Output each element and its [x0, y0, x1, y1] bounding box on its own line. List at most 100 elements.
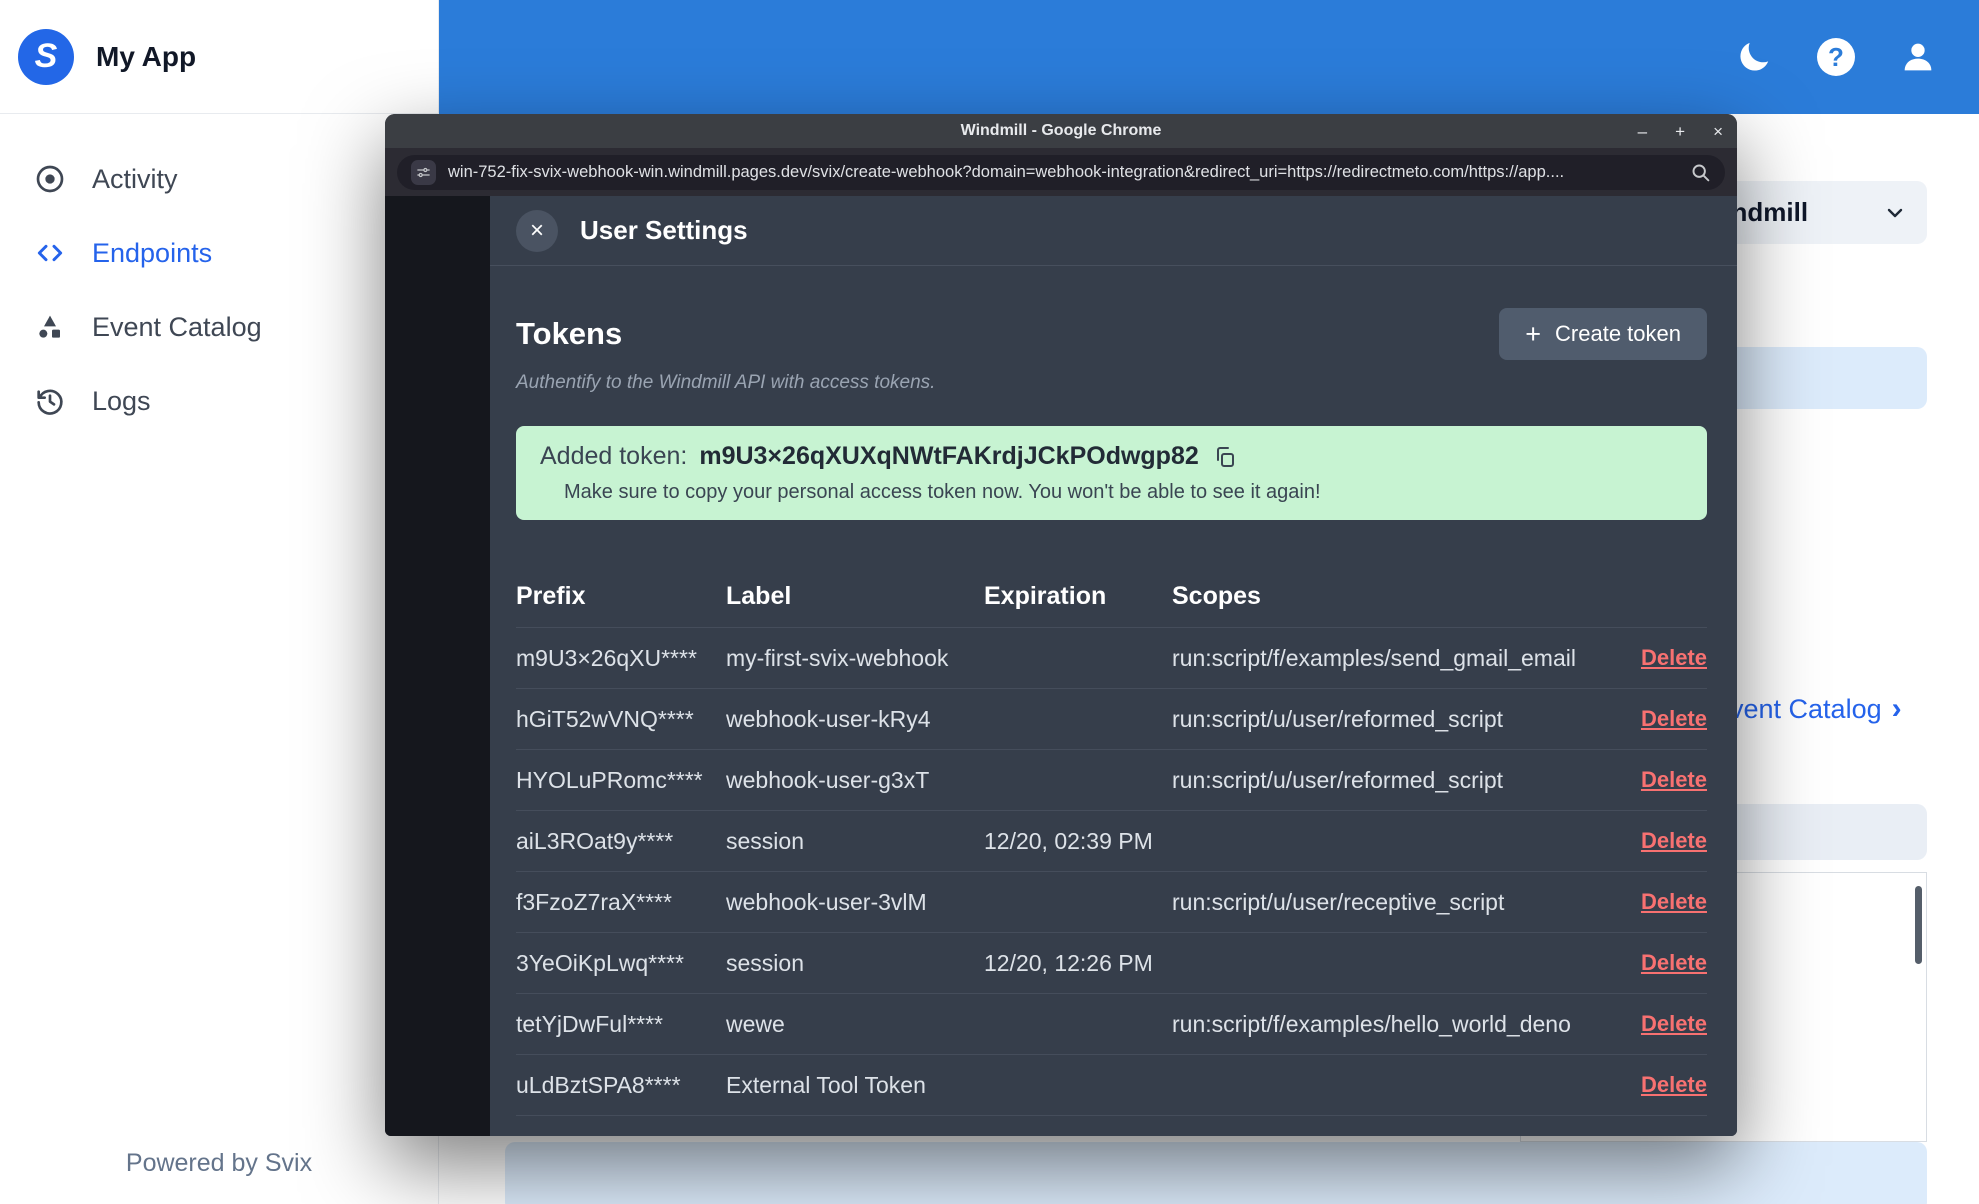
chrome-window: Windmill - Google Chrome – + × win-752-f… [385, 114, 1737, 1136]
table-row: i9AiXYIxIR.**** whtl Delete [516, 1115, 1707, 1136]
token-prefix: uLdBztSPA8**** [516, 1071, 681, 1098]
delete-token-link[interactable]: Delete [1615, 889, 1707, 915]
col-prefix: Prefix [516, 582, 586, 610]
person-icon [1904, 43, 1932, 71]
close-window-button[interactable]: × [1713, 123, 1723, 140]
col-scopes: Scopes [1172, 582, 1261, 610]
token-prefix: f3FzoZ7raX**** [516, 888, 672, 915]
token-label: my-first-svix-webhook [726, 644, 949, 671]
maximize-button[interactable]: + [1675, 123, 1685, 140]
sidebar: S My App Activity Endpoints Event Catalo… [0, 0, 439, 1204]
modal-body: Tokens + Create token Authentify to the … [490, 266, 1737, 1136]
copy-icon [1216, 446, 1234, 467]
site-settings-icon[interactable] [411, 159, 436, 185]
token-prefix: i9AiXYIxIR.**** [516, 1133, 726, 1137]
token-label: webhook-user-3vlM [726, 888, 927, 915]
svix-logo-icon: S [18, 28, 74, 85]
question-icon: ? [1817, 38, 1855, 76]
window-titlebar[interactable]: Windmill - Google Chrome – + × [385, 114, 1737, 148]
sidebar-item-activity[interactable]: Activity [0, 142, 438, 216]
table-row: m9U3×26qXU**** my-first-svix-webhook run… [516, 627, 1707, 688]
token-expiration: 12/20, 12:26 PM [984, 949, 1153, 976]
delete-token-link[interactable]: Delete [1615, 645, 1707, 671]
logs-history-icon [37, 389, 63, 415]
app-logo-row: S My App [0, 0, 438, 114]
dark-mode-toggle[interactable] [1731, 34, 1777, 80]
delete-token-link[interactable]: Delete [1615, 1133, 1707, 1136]
added-token-alert: Added token: m9U3×26qXUXqNWtFAKrdjJCkPOd… [516, 426, 1707, 520]
modal-backdrop [385, 196, 490, 1136]
token-prefix: m9U3×26qXU**** [516, 644, 697, 671]
token-scopes: run:script/u/user/receptive_script [1172, 888, 1505, 915]
token-label: webhook-user-kRy4 [726, 705, 931, 732]
token-prefix: tetYjDwFul**** [516, 1010, 663, 1037]
sidebar-item-logs[interactable]: Logs [0, 364, 438, 438]
endpoints-icon [37, 244, 63, 262]
table-row: 3YeOiKpLwq**** session 12/20, 12:26 PM D… [516, 932, 1707, 993]
col-label: Label [726, 582, 792, 610]
token-scopes: run:script/u/user/reformed_script [1172, 766, 1504, 793]
window-content: × User Settings Tokens + Create token Au… [385, 196, 1737, 1136]
tokens-table: Prefix Label Expiration Scopes m9U3×26qX… [516, 566, 1707, 1136]
sidebar-item-event-catalog[interactable]: Event Catalog [0, 290, 438, 364]
tokens-subtitle: Authentify to the Windmill API with acce… [516, 372, 936, 393]
copy-token-button[interactable] [1213, 445, 1237, 469]
event-catalog-icon [39, 315, 60, 338]
added-token-label: Added token: [540, 442, 688, 470]
delete-token-link[interactable]: Delete [1615, 767, 1707, 793]
token-prefix: 3YeOiKpLwq**** [516, 949, 684, 976]
tokens-header-row: Tokens + Create token [516, 308, 1707, 360]
sidebar-item-label: Logs [92, 385, 151, 416]
token-label: whtl [726, 1133, 984, 1137]
added-token-line: Added token: m9U3×26qXUXqNWtFAKrdjJCkPOd… [540, 442, 1683, 471]
app-topbar: ? [439, 0, 1979, 114]
sidebar-item-label: Event Catalog [92, 311, 262, 342]
url-text[interactable]: win-752-fix-svix-webhook-win.windmill.pa… [448, 163, 1678, 182]
table-row: f3FzoZ7raX**** webhook-user-3vlM run:scr… [516, 871, 1707, 932]
browser-toolbar: win-752-fix-svix-webhook-win.windmill.pa… [385, 148, 1737, 196]
help-button[interactable]: ? [1813, 34, 1859, 80]
sidebar-item-endpoints[interactable]: Endpoints [0, 216, 438, 290]
window-controls: – + × [1638, 114, 1723, 148]
delete-token-link[interactable]: Delete [1615, 828, 1707, 854]
background-scrollbar[interactable] [1915, 886, 1922, 964]
token-label: External Tool Token [726, 1071, 926, 1098]
powered-by-svix: Powered by Svix [125, 1149, 313, 1177]
background-panel-bottom [505, 1142, 1927, 1204]
event-catalog-link[interactable]: Event Catalog › [1712, 692, 1902, 726]
token-scopes: run:script/f/examples/send_gmail_email [1172, 644, 1576, 671]
tokens-heading: Tokens [516, 316, 623, 351]
modal-title: User Settings [580, 215, 748, 245]
chevron-right-icon: › [1891, 692, 1902, 725]
user-settings-modal: × User Settings Tokens + Create token Au… [490, 196, 1737, 1136]
table-row: tetYjDwFul**** wewe run:script/f/example… [516, 993, 1707, 1054]
create-token-button[interactable]: + Create token [1499, 308, 1707, 360]
delete-token-link[interactable]: Delete [1615, 706, 1707, 732]
screen: ? S My App Activity Endpoints Event Cata… [0, 0, 1979, 1204]
token-label: session [726, 949, 804, 976]
token-prefix: aiL3ROat9y**** [516, 827, 674, 854]
table-row: aiL3ROat9y**** session 12/20, 02:39 PM D… [516, 810, 1707, 871]
table-row: HYOLuPRomc**** webhook-user-g3xT run:scr… [516, 749, 1707, 810]
user-menu-button[interactable] [1895, 34, 1941, 80]
modal-header: × User Settings [490, 196, 1737, 266]
copy-warning-text: Make sure to copy your personal access t… [564, 481, 1321, 503]
app-title: My App [96, 40, 197, 72]
col-expiration: Expiration [984, 582, 1107, 610]
table-row: hGiT52wVNQ**** webhook-user-kRy4 run:scr… [516, 688, 1707, 749]
token-scopes: run:script/f/examples/hello_world_deno [1172, 1010, 1571, 1037]
search-icon[interactable] [1690, 162, 1711, 183]
delete-token-link[interactable]: Delete [1615, 950, 1707, 976]
create-token-label: Create token [1555, 321, 1681, 346]
token-label: wewe [726, 1010, 785, 1037]
token-expiration: 12/20, 02:39 PM [984, 827, 1153, 854]
delete-token-link[interactable]: Delete [1615, 1072, 1707, 1098]
address-bar[interactable]: win-752-fix-svix-webhook-win.windmill.pa… [397, 154, 1725, 190]
event-catalog-link-label: Event Catalog [1712, 693, 1882, 724]
plus-icon: + [1525, 318, 1542, 349]
minimize-button[interactable]: – [1638, 123, 1647, 140]
token-label: session [726, 827, 804, 854]
close-modal-button[interactable]: × [516, 209, 558, 252]
tokens-table-header: Prefix Label Expiration Scopes [516, 566, 1707, 627]
delete-token-link[interactable]: Delete [1615, 1011, 1707, 1037]
